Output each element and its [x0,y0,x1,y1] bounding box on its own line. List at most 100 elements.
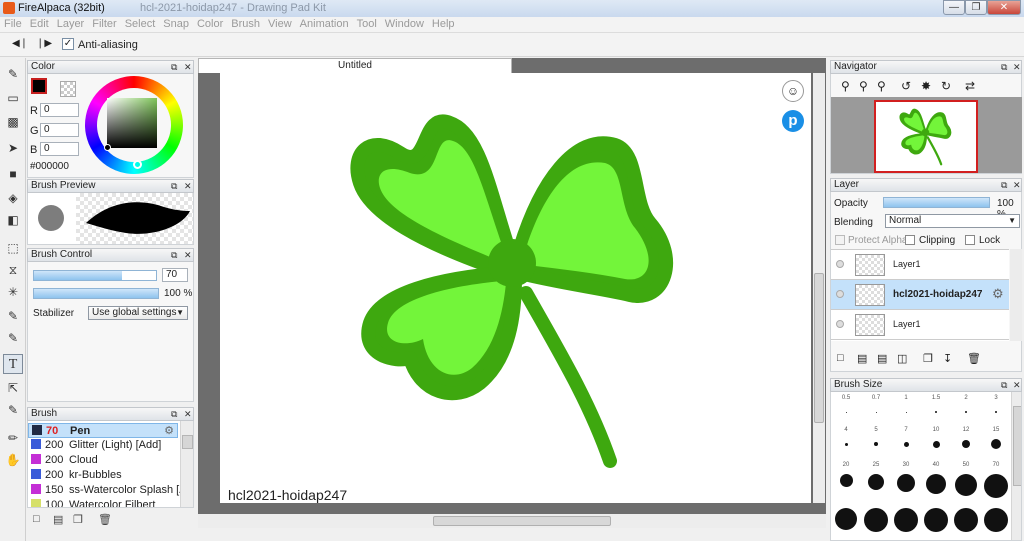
menu-snap[interactable]: Snap [159,17,193,30]
layer-visibility-icon[interactable] [836,260,844,268]
g-input[interactable]: 0 [40,123,79,137]
eraser-tool-icon[interactable]: ▭ [3,88,23,108]
minimize-button[interactable]: — [943,0,965,15]
duplicate-layer-icon[interactable]: ❐ [923,352,933,365]
layer-panel-float-icon[interactable]: ⧉ [1001,179,1007,191]
menu-view[interactable]: View [264,17,296,30]
drawing-canvas[interactable]: hcl2021-hoidap247 [220,73,811,503]
new-layer-icon[interactable]: □ [837,352,844,364]
brush-list-item[interactable]: 100 Watercolor Filbert [28,498,178,507]
brush-size-dot[interactable] [839,474,853,487]
rotate-reset-icon[interactable]: ✸ [921,79,931,93]
magic-wand-tool-icon[interactable]: ✳ [3,282,23,302]
brush-panel-float-icon[interactable]: ⧉ [171,408,177,420]
brush-size-dot[interactable] [868,474,884,490]
blur-tool-icon[interactable]: ✎ [3,400,23,420]
menu-layer[interactable]: Layer [53,17,89,30]
menu-edit[interactable]: Edit [26,17,53,30]
brush-settings-gear-icon[interactable]: ⚙ [164,424,174,439]
brush-size-dot[interactable] [991,439,1001,449]
eyedropper-tool-icon[interactable]: ✏ [3,428,23,448]
rotate-right-icon[interactable]: ↻ [941,79,951,93]
brush-size-dot[interactable] [897,474,915,492]
brush-size-dot[interactable] [875,411,877,413]
saturation-square[interactable] [107,98,157,148]
zoom-in-icon[interactable]: ⚲ [841,79,850,93]
brush-size-close-icon[interactable]: ✕ [1013,379,1021,391]
folder-brush-icon[interactable]: ▤ [53,513,63,526]
brush-size-dot[interactable] [844,442,848,446]
close-button[interactable]: ✕ [987,0,1021,15]
navigator-close-icon[interactable]: ✕ [1013,61,1021,73]
fill-tool-icon[interactable]: ■ [3,164,23,184]
color-cursor[interactable] [104,144,111,151]
brush-size-dot[interactable] [954,508,978,532]
prev-frame-icon[interactable]: ◀❘ [12,38,28,49]
brush-size-dot[interactable] [932,440,940,448]
layer-panel-close-icon[interactable]: ✕ [1013,179,1021,191]
brush-size-dot[interactable] [903,441,909,447]
lock-checkbox[interactable] [965,235,975,245]
duplicate-brush-icon[interactable]: ❐ [73,513,83,526]
brush-list-item[interactable]: 200 kr-Bubbles [28,468,178,483]
brush-size-dot[interactable] [845,411,847,413]
menu-animation[interactable]: Animation [296,17,353,30]
horizontal-scrollbar[interactable] [198,514,826,528]
brush-size-dot[interactable] [984,508,1008,532]
protect-alpha-checkbox[interactable] [835,235,845,245]
hue-wheel[interactable] [85,76,183,174]
menu-filter[interactable]: Filter [88,17,120,30]
canvas-tab[interactable]: Untitled [198,58,512,73]
brush-size-dot[interactable] [835,508,857,530]
layer-settings-gear-icon[interactable]: ⚙ [992,286,1004,302]
brush-size-dot[interactable] [965,411,967,413]
brush-size-scrollbar[interactable] [1011,392,1021,540]
lasso-tool-icon[interactable]: ⧖ [3,260,23,280]
color-panel-close-icon[interactable]: ✕ [184,61,192,73]
layer-row[interactable]: Layer1 [831,310,1009,340]
new-folder-icon[interactable]: ◫ [897,352,907,365]
navigator-viewport[interactable] [874,100,978,173]
zoom-fit-icon[interactable]: ⚲ [877,79,886,93]
pen-tool-icon[interactable]: ✎ [3,64,23,84]
brush-list-scrollbar[interactable] [180,421,193,507]
brush-size-float-icon[interactable]: ⧉ [1001,379,1007,391]
layer-visibility-icon[interactable] [836,290,844,298]
delete-layer-icon[interactable]: 🗑 [967,352,981,365]
merge-layer-icon[interactable]: ↧ [943,352,952,365]
delete-brush-icon[interactable]: 🗑 [98,513,112,526]
alpaca-mascot-icon[interactable]: ☺ [782,80,804,102]
select-tool-icon[interactable]: ⬚ [3,238,23,258]
text-tool-icon[interactable]: T [3,354,23,374]
layer-visibility-icon[interactable] [836,320,844,328]
brush-preview-close-icon[interactable]: ✕ [184,180,192,192]
primary-color-swatch[interactable] [31,78,47,94]
brush-size-dot[interactable] [984,474,1008,498]
brush-size-dot[interactable] [935,411,937,413]
brush-list-item[interactable]: 200 Glitter (Light) [Add] [28,438,178,453]
brush-list-item[interactable]: 70 Pen ⚙ [28,423,178,438]
vertical-scrollbar[interactable] [813,73,825,503]
color-panel-float-icon[interactable]: ⧉ [171,61,177,73]
hand-tool-icon[interactable]: ✋ [3,450,23,470]
menu-help[interactable]: Help [428,17,459,30]
blending-select[interactable]: Normal ▼ [885,214,1020,228]
layer-opacity-slider[interactable] [883,197,990,208]
flip-icon[interactable]: ⇄ [965,79,975,93]
navigator-float-icon[interactable]: ⧉ [1001,61,1007,73]
menu-color[interactable]: Color [193,17,227,30]
brush-preview-float-icon[interactable]: ⧉ [171,180,177,192]
layer-row[interactable]: hcl2021-hoidap247 ⚙ [831,280,1009,310]
brush-list-item[interactable]: 150 ss-Watercolor Splash [Add] [28,483,193,498]
brush-size-dot[interactable] [924,508,948,532]
new-8bit-layer-icon[interactable]: ▤ [857,352,867,365]
new-1bit-layer-icon[interactable]: ▤ [877,352,887,365]
zoom-out-icon[interactable]: ⚲ [859,79,868,93]
select-eraser-tool-icon[interactable]: ✎ [3,328,23,348]
gradient-tool-icon[interactable]: ◧ [3,210,23,230]
hue-cursor[interactable] [133,160,142,169]
antialias-checkbox[interactable]: ✓ [62,38,74,50]
brush-control-close-icon[interactable]: ✕ [184,249,192,261]
rotate-left-icon[interactable]: ↺ [901,79,911,93]
brush-opacity-slider[interactable] [33,288,159,299]
